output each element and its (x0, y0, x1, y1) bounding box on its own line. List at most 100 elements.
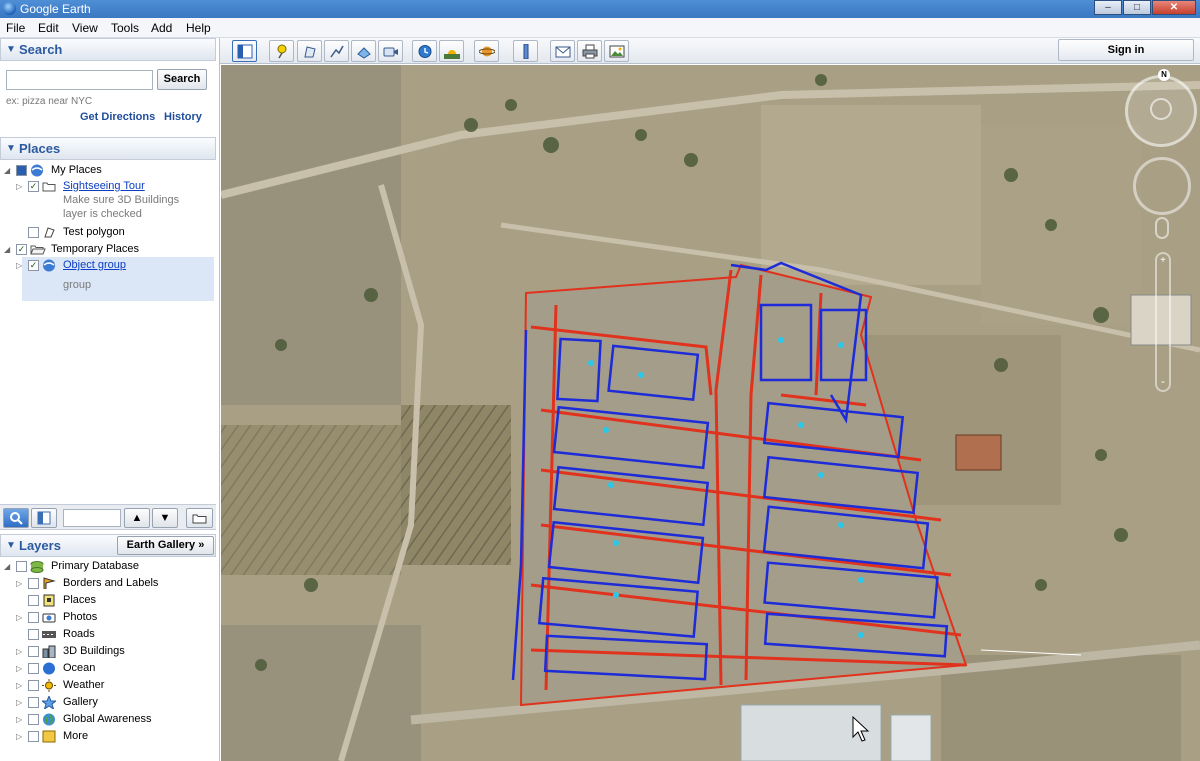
look-joystick-center[interactable] (1150, 98, 1172, 120)
zoom-out-icon[interactable]: - (1158, 375, 1168, 387)
checkbox[interactable] (28, 663, 39, 674)
checkbox[interactable] (28, 714, 39, 725)
look-joystick[interactable] (1125, 75, 1197, 147)
move-down-button[interactable]: ▼ (152, 508, 178, 528)
record-tour-button[interactable] (378, 40, 403, 62)
menu-add[interactable]: Add (151, 21, 172, 35)
places-filter-input[interactable] (63, 509, 121, 527)
layer-item-photos[interactable]: ▷ Photos (0, 610, 216, 626)
sunlight-button[interactable] (439, 40, 464, 62)
checkbox[interactable]: ✓ (28, 181, 39, 192)
add-path-button[interactable] (324, 40, 349, 62)
expand-icon[interactable]: ▷ (16, 613, 22, 622)
layer-item-ocean[interactable]: ▷ Ocean (0, 661, 216, 677)
zoom-slider[interactable]: + - (1155, 252, 1171, 392)
checkbox[interactable] (28, 595, 39, 606)
hide-sidebar-button[interactable] (232, 40, 257, 62)
map-view[interactable]: N + - (221, 65, 1200, 761)
checkbox[interactable] (16, 165, 27, 176)
add-polygon-button[interactable] (297, 40, 322, 62)
expand-icon[interactable]: ▷ (16, 261, 22, 270)
expand-icon[interactable]: ▷ (16, 715, 22, 724)
expand-icon[interactable]: ▷ (16, 698, 22, 707)
search-button[interactable]: Search (157, 69, 207, 90)
menu-file[interactable]: File (6, 21, 25, 35)
search-input[interactable] (6, 70, 153, 90)
layer-item-label: Gallery (63, 696, 98, 708)
folder-open-icon (30, 243, 46, 256)
layer-item-borders-labels[interactable]: ▷ Borders and Labels (0, 576, 216, 592)
layers-panel-header[interactable]: ▼ Layers Earth Gallery » (0, 534, 216, 557)
add-placemark-button[interactable] (269, 40, 294, 62)
menu-tools[interactable]: Tools (111, 21, 139, 35)
panel-icon (37, 511, 51, 525)
expand-icon[interactable]: ▷ (16, 647, 22, 656)
places-item-object-group[interactable]: ▷ ✓ Object group (0, 258, 216, 274)
layer-item-3d-buildings[interactable]: ▷ 3D Buildings (0, 644, 216, 660)
layer-item-global-awareness[interactable]: ▷ Global Awareness (0, 712, 216, 728)
checkbox[interactable] (28, 731, 39, 742)
save-image-button[interactable] (604, 40, 629, 62)
menu-view[interactable]: View (72, 21, 98, 35)
checkbox[interactable] (28, 578, 39, 589)
checkbox[interactable] (28, 629, 39, 640)
checkbox[interactable] (28, 612, 39, 623)
layer-item-primary-database[interactable]: ◢ Primary Database (0, 559, 216, 575)
globe-icon (42, 259, 56, 272)
menu-help[interactable]: Help (186, 21, 211, 35)
checkbox[interactable]: ✓ (28, 260, 39, 271)
maximize-button[interactable]: □ (1123, 0, 1151, 15)
zoom-in-icon[interactable]: + (1158, 256, 1168, 266)
checkbox[interactable] (28, 697, 39, 708)
checkbox[interactable] (16, 561, 27, 572)
places-item-sightseeing-tour[interactable]: ▷ ✓ Sightseeing Tour (0, 179, 216, 195)
ruler-button[interactable] (513, 40, 538, 62)
layer-item-gallery[interactable]: ▷ Gallery (0, 694, 216, 711)
checkbox[interactable]: ✓ (16, 244, 27, 255)
menu-edit[interactable]: Edit (38, 21, 59, 35)
expand-icon[interactable]: ▷ (16, 182, 22, 191)
expand-icon[interactable]: ▷ (16, 579, 22, 588)
email-button[interactable] (550, 40, 575, 62)
layer-item-roads[interactable]: Roads (0, 627, 216, 643)
places-item-test-polygon[interactable]: Test polygon (0, 225, 216, 241)
minimize-button[interactable]: – (1094, 0, 1122, 15)
new-folder-button[interactable] (186, 508, 213, 528)
north-button[interactable]: N (1158, 69, 1170, 81)
places-item-my-places[interactable]: ◢ My Places (0, 163, 216, 179)
layer-item-more[interactable]: ▷ More (0, 729, 216, 745)
collapse-icon[interactable]: ◢ (4, 245, 10, 254)
checkbox[interactable] (28, 680, 39, 691)
expand-icon[interactable]: ▷ (16, 732, 22, 741)
places-item-label[interactable]: Object group (63, 259, 126, 271)
expand-icon[interactable]: ▷ (16, 664, 22, 673)
street-view-pegman-icon[interactable] (1155, 217, 1169, 239)
layer-item-weather[interactable]: ▷ Weather (0, 678, 216, 694)
move-joystick[interactable] (1133, 157, 1191, 215)
expand-icon[interactable]: ▷ (16, 681, 22, 690)
print-button[interactable] (577, 40, 602, 62)
sign-in-button[interactable]: Sign in (1058, 39, 1194, 61)
places-panel-header[interactable]: ▼ Places (0, 137, 216, 160)
checkbox[interactable] (28, 646, 39, 657)
history-link[interactable]: History (164, 111, 202, 123)
collapse-icon[interactable]: ◢ (4, 166, 10, 175)
checkbox[interactable] (28, 227, 39, 238)
layer-item-places[interactable]: Places (0, 593, 216, 609)
historical-imagery-button[interactable] (412, 40, 437, 62)
collapse-icon[interactable]: ◢ (4, 562, 10, 571)
earth-gallery-button[interactable]: Earth Gallery » (117, 536, 214, 555)
search-panel-header[interactable]: ▼ Search (0, 38, 216, 61)
satellite-imagery[interactable] (221, 65, 1200, 761)
add-image-overlay-button[interactable] (351, 40, 376, 62)
switch-planet-button[interactable] (474, 40, 499, 62)
move-up-button[interactable]: ▲ (124, 508, 150, 528)
close-button[interactable]: ✕ (1152, 0, 1196, 15)
search-panel-title: Search (19, 42, 63, 57)
places-item-label[interactable]: Sightseeing Tour (63, 180, 145, 192)
panel-toggle-button[interactable] (31, 508, 57, 528)
places-item-temporary-places[interactable]: ◢ ✓ Temporary Places (0, 242, 216, 258)
search-toggle-button[interactable] (3, 508, 29, 528)
get-directions-link[interactable]: Get Directions (80, 111, 155, 123)
places-item-label: Test polygon (63, 226, 125, 238)
